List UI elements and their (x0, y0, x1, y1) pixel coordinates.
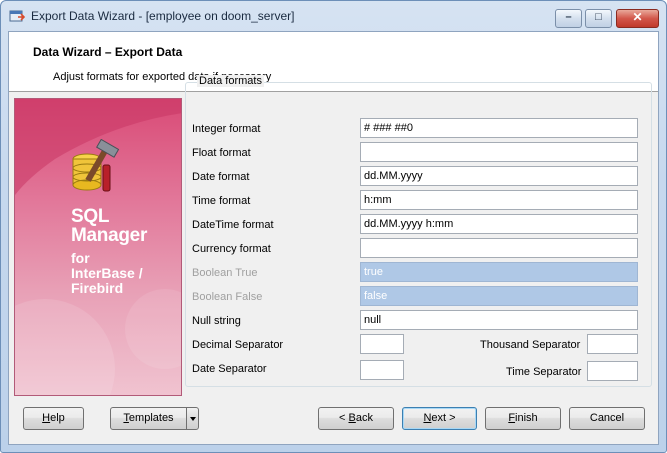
integer-format-label: Integer format (192, 123, 261, 135)
boolean-false-label: Boolean False (192, 291, 263, 303)
brand-line-sql: SQL (71, 206, 110, 227)
thousand-separator-input[interactable] (587, 334, 638, 354)
back-label-pre: < (339, 412, 349, 424)
date-format-input[interactable]: dd.MM.yyyy (360, 166, 638, 186)
brand-line-for: for (71, 250, 90, 266)
minimize-button[interactable]: – (555, 9, 582, 28)
integer-format-input[interactable]: # ### ##0 (360, 118, 638, 138)
close-button[interactable]: ✕ (616, 9, 659, 28)
maximize-button[interactable]: □ (585, 9, 612, 28)
wizard-client-area: Data Wizard – Export Data Adjust formats… (8, 31, 659, 445)
help-button[interactable]: Help (23, 407, 84, 430)
date-separator-label: Date Separator (192, 363, 267, 375)
null-string-label: Null string (192, 315, 241, 327)
decimal-separator-label: Decimal Separator (192, 339, 284, 351)
export-wizard-window: Export Data Wizard - [employee on doom_s… (0, 0, 667, 453)
templates-label-post: emplates (128, 412, 174, 424)
boolean-false-input: false (360, 286, 638, 306)
float-format-label: Float format (192, 147, 251, 159)
date-separator-input[interactable] (360, 360, 404, 380)
data-formats-legend: Data formats (197, 75, 264, 87)
cancel-label: Cancel (589, 412, 625, 424)
float-format-input[interactable] (360, 142, 638, 162)
cancel-button[interactable]: Cancel (569, 407, 645, 430)
brand-line-interbase: InterBase / (71, 265, 143, 281)
finish-label-post: inish (515, 412, 538, 424)
close-icon: ✕ (632, 10, 643, 24)
boolean-true-input: true (360, 262, 638, 282)
brand-product-name: SQL Manager (71, 207, 147, 245)
back-button[interactable]: < Back (318, 407, 394, 430)
currency-format-label: Currency format (192, 243, 271, 255)
maximize-icon: □ (595, 11, 602, 23)
brand-product-target: for InterBase / Firebird (71, 251, 143, 296)
next-button[interactable]: Next > (402, 407, 477, 430)
boolean-true-label: Boolean True (192, 267, 258, 279)
next-label-post: ext > (431, 412, 456, 424)
chevron-down-icon (190, 417, 196, 421)
decimal-separator-input[interactable] (360, 334, 404, 354)
page-title: Data Wizard – Export Data (33, 45, 183, 59)
brand-banner: SQL Manager for InterBase / Firebird (14, 98, 182, 396)
window-title: Export Data Wizard - [employee on doom_s… (31, 9, 295, 23)
datetime-format-label: DateTime format (192, 219, 274, 231)
templates-button[interactable]: Templates (110, 407, 187, 430)
time-format-input[interactable]: h:mm (360, 190, 638, 210)
back-label-post: ack (355, 412, 373, 424)
thousand-separator-label: Thousand Separator (480, 339, 581, 351)
back-label-mnemonic: B (348, 412, 356, 424)
time-format-label: Time format (192, 195, 251, 207)
brand-line-manager: Manager (71, 225, 148, 246)
brand-line-firebird: Firebird (71, 280, 124, 296)
title-bar[interactable]: Export Data Wizard - [employee on doom_s… (1, 1, 666, 31)
datetime-format-input[interactable]: dd.MM.yyyy h:mm (360, 214, 638, 234)
time-separator-label: Time Separator (506, 366, 582, 378)
database-tools-icon (72, 139, 120, 192)
date-format-label: Date format (192, 171, 250, 183)
time-separator-input[interactable] (587, 361, 638, 381)
currency-format-input[interactable] (360, 238, 638, 258)
finish-button[interactable]: Finish (485, 407, 561, 430)
minimize-icon: – (565, 11, 572, 23)
database-export-icon (9, 10, 25, 22)
help-label-post: elp (50, 412, 65, 424)
help-label-mnemonic: H (42, 412, 51, 424)
null-string-input[interactable]: null (360, 310, 638, 330)
templates-dropdown-button[interactable] (186, 407, 199, 430)
